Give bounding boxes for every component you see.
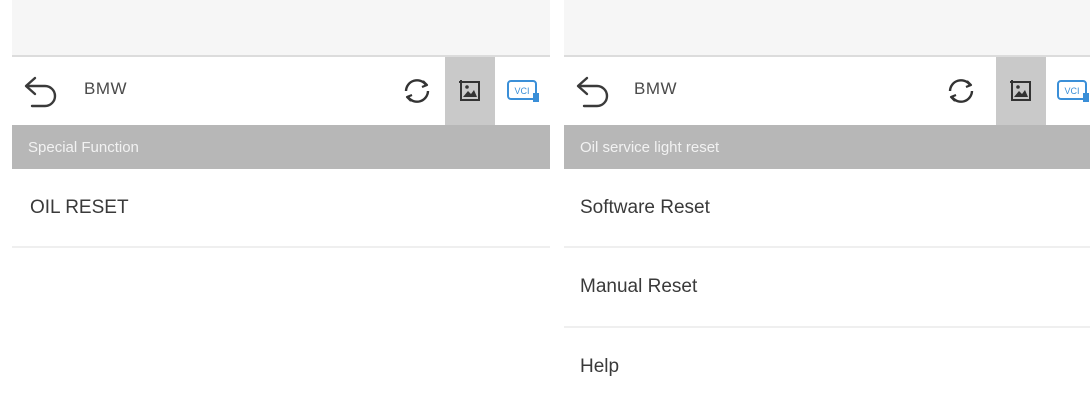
- special-function-screen: BMW VCI Special Function OIL RESET: [12, 0, 550, 403]
- refresh-icon: [404, 79, 430, 103]
- refresh-icon: [948, 79, 974, 103]
- status-strip: [564, 0, 1090, 57]
- vci-icon: VCI: [1057, 80, 1089, 102]
- back-arrow-icon: [24, 76, 57, 108]
- screenshot-icon: [459, 80, 480, 101]
- vci-button[interactable]: VCI: [1050, 57, 1090, 125]
- vci-label: VCI: [1064, 86, 1079, 96]
- oil-service-reset-screen: BMW VCI Oil service light reset Software…: [564, 0, 1090, 403]
- refresh-button[interactable]: [397, 57, 437, 125]
- section-header: Oil service light reset: [564, 125, 1090, 169]
- screenshot-button[interactable]: [445, 57, 495, 125]
- toolbar: BMW VCI: [564, 57, 1090, 125]
- vci-label: VCI: [514, 86, 529, 96]
- back-arrow-icon: [576, 76, 609, 108]
- function-list: Software Reset Manual Reset Help: [564, 169, 1090, 403]
- brand-label: BMW: [634, 79, 678, 98]
- list-item-oil-reset[interactable]: OIL RESET: [12, 169, 550, 248]
- screenshot-icon: [1010, 80, 1031, 101]
- list-item-software-reset[interactable]: Software Reset: [564, 169, 1090, 248]
- vci-button[interactable]: VCI: [500, 57, 546, 125]
- back-button[interactable]: [22, 73, 60, 109]
- status-strip: [12, 0, 550, 57]
- list-item-help[interactable]: Help: [564, 328, 1090, 403]
- brand-label: BMW: [84, 79, 128, 98]
- screenshot-button[interactable]: [996, 57, 1046, 125]
- toolbar: BMW VCI: [12, 57, 550, 125]
- back-button[interactable]: [574, 73, 612, 109]
- vci-icon: VCI: [507, 80, 539, 102]
- section-header: Special Function: [12, 125, 550, 169]
- function-list: OIL RESET: [12, 169, 550, 248]
- list-item-manual-reset[interactable]: Manual Reset: [564, 248, 1090, 328]
- refresh-button[interactable]: [941, 57, 981, 125]
